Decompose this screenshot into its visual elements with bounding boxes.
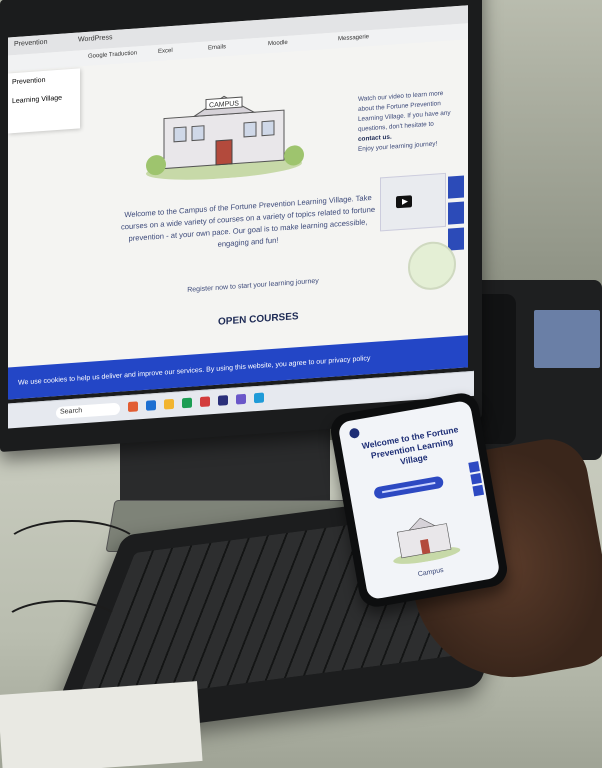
side-tab-button[interactable] bbox=[448, 201, 464, 225]
browser-tab[interactable]: WordPress bbox=[78, 34, 113, 43]
taskbar-search[interactable]: Search bbox=[56, 402, 120, 420]
papers bbox=[0, 681, 203, 768]
menu-item[interactable]: Learning Village bbox=[8, 87, 80, 111]
app-icon[interactable] bbox=[253, 392, 264, 404]
app-icon[interactable] bbox=[145, 400, 156, 411]
video-thumbnail[interactable] bbox=[380, 172, 446, 232]
lantern-badge-icon bbox=[408, 240, 456, 292]
app-icon[interactable] bbox=[235, 393, 246, 405]
app-icon[interactable] bbox=[163, 398, 174, 410]
desk-phone-display bbox=[534, 310, 600, 368]
phone-cta-button[interactable] bbox=[373, 475, 445, 500]
open-courses-heading: OPEN COURSES bbox=[218, 311, 299, 328]
monitor-screen: Prevention WordPress Google Traduction E… bbox=[8, 5, 468, 400]
app-icon[interactable] bbox=[181, 397, 192, 409]
phone-footer-text: Campus bbox=[417, 566, 445, 579]
side-tab-button[interactable] bbox=[448, 227, 464, 251]
bookmark-item[interactable]: Excel bbox=[158, 48, 173, 55]
photo-scene: Prevention WordPress Google Traduction E… bbox=[0, 0, 602, 768]
taskbar-icons bbox=[128, 392, 270, 414]
computer-monitor: Prevention WordPress Google Traduction E… bbox=[0, 0, 482, 452]
phone-side-tabs bbox=[468, 461, 486, 499]
phone-campus-illustration bbox=[393, 517, 461, 564]
app-icon[interactable] bbox=[199, 396, 210, 408]
campus-building-illustration: CAMPUS bbox=[146, 95, 304, 180]
phone-title: Welcome to the Fortune Prevention Learni… bbox=[361, 424, 460, 467]
side-tab-buttons bbox=[448, 175, 464, 255]
register-link[interactable]: Register now to start your learning jour… bbox=[178, 277, 328, 294]
bookmark-item[interactable]: Messagerie bbox=[338, 34, 369, 42]
browser-tab[interactable]: Prevention bbox=[14, 39, 47, 48]
side-tab-button[interactable] bbox=[468, 461, 480, 473]
cable bbox=[0, 520, 144, 584]
play-icon[interactable] bbox=[396, 195, 412, 209]
bookmark-item[interactable]: Emails bbox=[208, 44, 226, 51]
info-panel: Watch our video to learn more about the … bbox=[358, 88, 454, 155]
logo-icon bbox=[348, 427, 361, 439]
app-icon[interactable] bbox=[128, 401, 138, 413]
side-tab-button[interactable] bbox=[448, 175, 464, 199]
phone-screen: Welcome to the Fortune Prevention Learni… bbox=[337, 399, 501, 601]
browser-dropdown-menu: Prevention Learning Village bbox=[8, 68, 80, 134]
info-text: Watch our video to learn more about the … bbox=[358, 89, 451, 133]
bookmark-item[interactable]: Moodle bbox=[268, 40, 288, 47]
cable bbox=[0, 600, 124, 654]
side-tab-button[interactable] bbox=[472, 484, 485, 497]
side-tab-button[interactable] bbox=[470, 472, 482, 485]
welcome-paragraph: Welcome to the Campus of the Fortune Pre… bbox=[120, 193, 376, 249]
bookmark-item[interactable]: Google Traduction bbox=[88, 50, 137, 59]
app-icon[interactable] bbox=[217, 395, 228, 406]
